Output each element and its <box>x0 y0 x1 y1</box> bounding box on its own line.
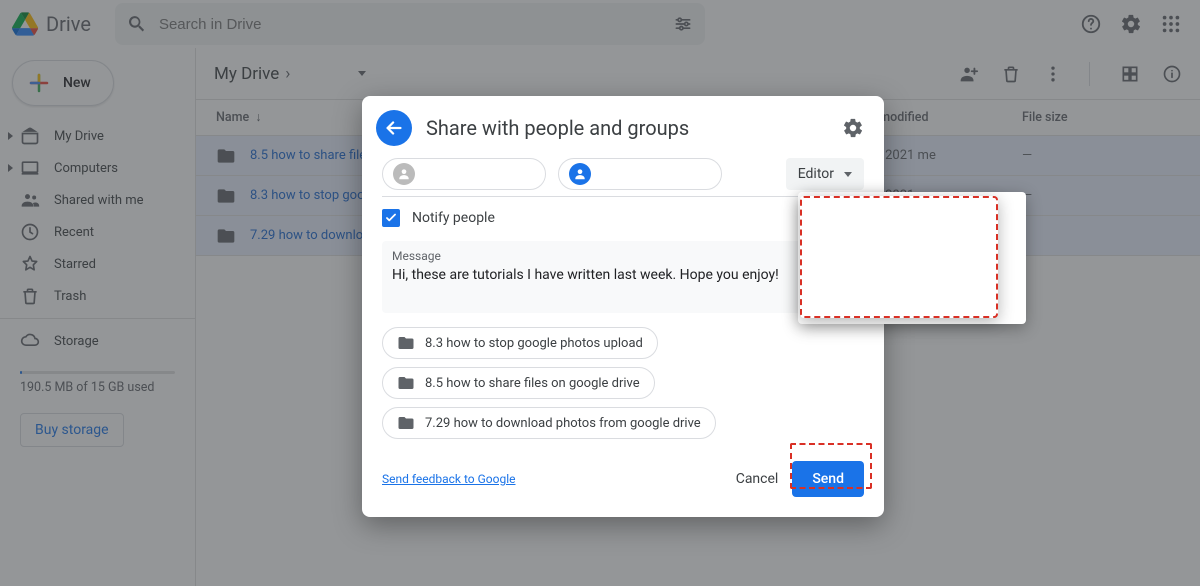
role-label: Editor <box>798 166 834 182</box>
folder-icon <box>397 334 415 352</box>
folder-icon <box>397 374 415 392</box>
notify-checkbox[interactable] <box>382 209 400 227</box>
back-button[interactable] <box>376 110 412 146</box>
dialog-settings-icon[interactable] <box>842 117 864 139</box>
menu-sublabel: Organize, add, and edit files <box>840 292 1012 306</box>
caret-down-icon <box>844 172 852 177</box>
menu-label: Commenter <box>840 242 914 258</box>
notify-label: Notify people <box>412 210 495 226</box>
cancel-button[interactable]: Cancel <box>736 471 779 487</box>
feedback-link[interactable]: Send feedback to Google <box>382 472 516 486</box>
role-menu: Viewer Commenter Editor Organize, add, a… <box>798 192 1026 324</box>
person-chip[interactable] <box>382 158 546 190</box>
check-icon <box>810 276 828 294</box>
menu-item-commenter[interactable]: Commenter <box>798 234 1026 266</box>
send-button[interactable]: Send <box>792 461 864 497</box>
message-field[interactable]: Message Hi, these are tutorials I have w… <box>382 241 864 313</box>
avatar-icon <box>393 163 415 185</box>
dialog-title: Share with people and groups <box>426 116 828 140</box>
message-label: Message <box>392 249 854 263</box>
attachment-chip[interactable]: 8.3 how to stop google photos upload <box>382 327 658 359</box>
attachment-name: 8.3 how to stop google photos upload <box>425 336 643 351</box>
menu-label: Editor <box>840 274 876 290</box>
folder-icon <box>397 414 415 432</box>
attachment-name: 8.5 how to share files on google drive <box>425 376 640 391</box>
avatar-icon <box>569 163 591 185</box>
role-dropdown[interactable]: Editor <box>786 158 864 190</box>
menu-item-viewer[interactable]: Viewer <box>798 202 1026 234</box>
person-chip[interactable] <box>558 158 722 190</box>
menu-label: Viewer <box>840 210 882 226</box>
message-text: Hi, these are tutorials I have written l… <box>392 267 854 283</box>
attachment-chip[interactable]: 8.5 how to share files on google drive <box>382 367 655 399</box>
attachment-name: 7.29 how to download photos from google … <box>425 416 701 431</box>
attachment-chip[interactable]: 7.29 how to download photos from google … <box>382 407 716 439</box>
menu-item-editor[interactable]: Editor Organize, add, and edit files <box>798 266 1026 314</box>
